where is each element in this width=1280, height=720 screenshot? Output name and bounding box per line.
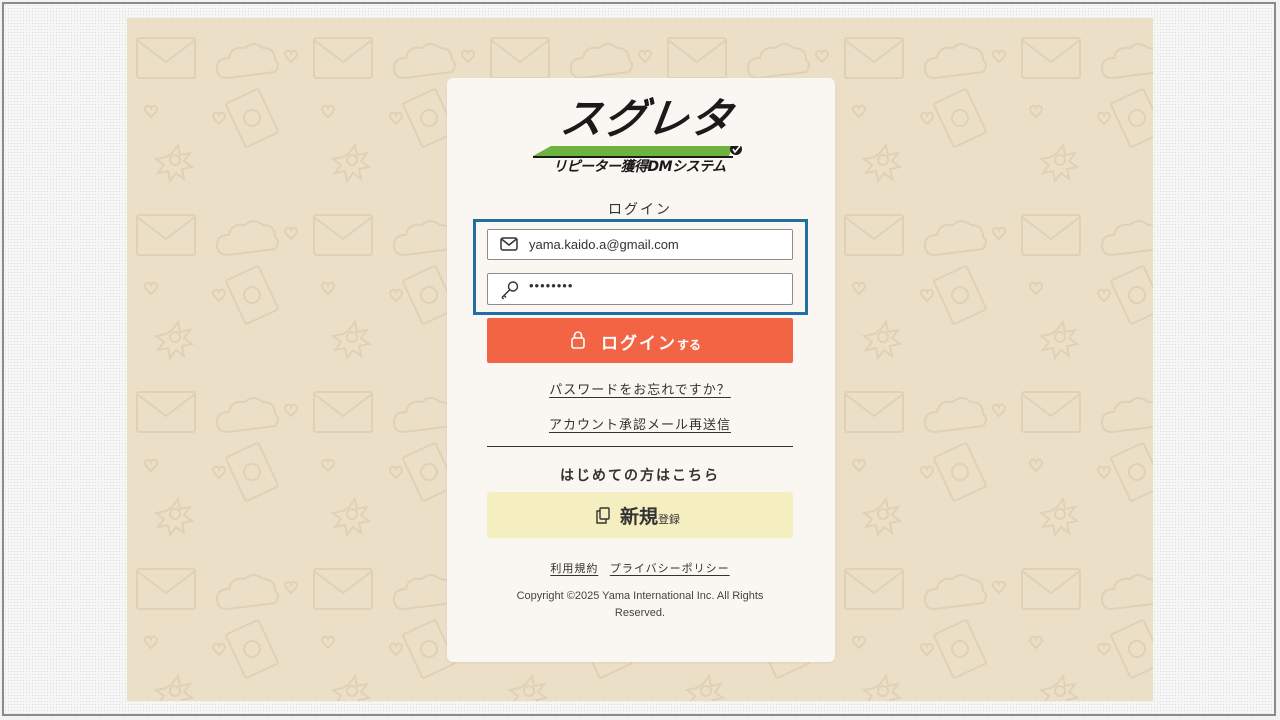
divider bbox=[487, 446, 793, 447]
brand-logo: スグレタ リピーター獲得DMシステム bbox=[533, 94, 753, 180]
resend-confirmation-text[interactable]: アカウント承認メール再送信 bbox=[549, 418, 731, 433]
key-icon bbox=[500, 280, 520, 304]
copyright-text: Copyright ©2025 Yama International Inc. … bbox=[516, 590, 764, 619]
login-button-label-small: する bbox=[677, 338, 702, 352]
forgot-password-text[interactable]: パスワードをお忘れですか？ bbox=[549, 383, 731, 398]
register-button-label-small: 登録 bbox=[658, 513, 681, 526]
logo-sub-text: リピーター獲得DMシステム bbox=[553, 159, 726, 175]
resend-confirmation-link[interactable]: アカウント承認メール再送信 bbox=[487, 414, 793, 433]
terms-link[interactable]: 利用規約 bbox=[550, 562, 598, 575]
login-heading: ログイン bbox=[608, 202, 672, 218]
login-button[interactable]: ログインする bbox=[487, 318, 793, 363]
lock-icon bbox=[571, 331, 585, 353]
register-button-label: 新規登録 bbox=[620, 502, 680, 529]
email-value: yama.kaido.a@gmail.com bbox=[529, 237, 679, 252]
privacy-link[interactable]: プライバシーポリシー bbox=[610, 562, 730, 575]
forgot-password-link[interactable]: パスワードをお忘れですか？ bbox=[487, 379, 793, 398]
signup-heading: はじめての方はこちら bbox=[560, 468, 720, 484]
envelope-icon bbox=[500, 236, 518, 256]
logo-main-text: スグレタ bbox=[557, 94, 737, 143]
email-field[interactable]: yama.kaido.a@gmail.com bbox=[487, 229, 793, 260]
register-button[interactable]: 新規登録 bbox=[487, 492, 793, 538]
footer-links: 利用規約 プライバシーポリシー bbox=[487, 560, 793, 576]
login-button-label: ログインする bbox=[601, 329, 701, 354]
register-button-label-main: 新規 bbox=[620, 506, 659, 528]
password-value: •••••••• bbox=[529, 278, 574, 293]
password-field[interactable]: •••••••• bbox=[487, 273, 793, 305]
login-button-label-main: ログイン bbox=[601, 334, 677, 354]
copy-icon bbox=[595, 507, 611, 528]
